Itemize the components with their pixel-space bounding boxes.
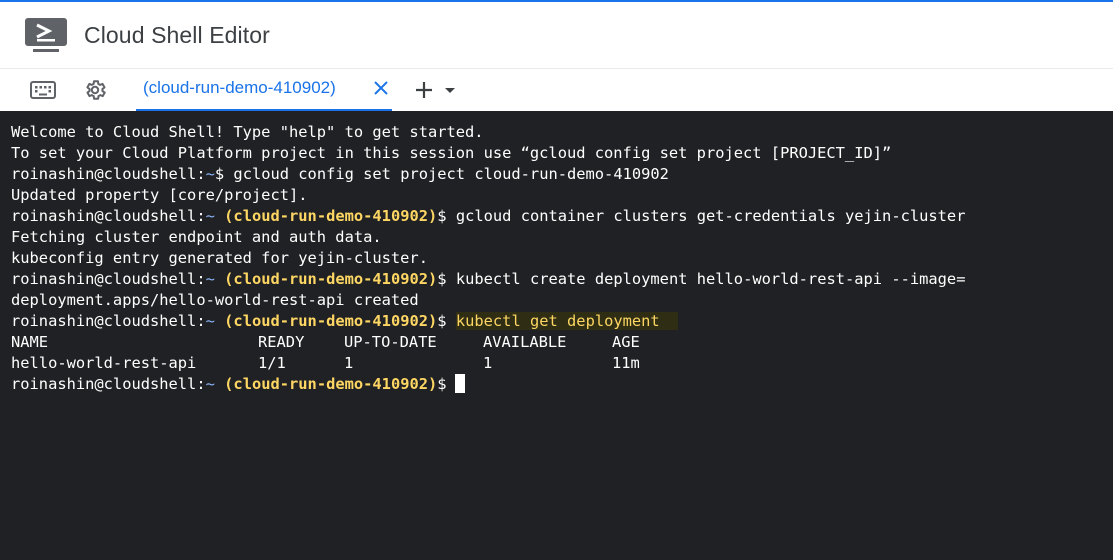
highlighted-command-text: kubectl get deployment xyxy=(455,312,660,330)
prompt-user: roinashin@cloudshell: xyxy=(11,270,206,288)
table-header: AVAILABLE xyxy=(483,333,567,351)
terminal-prompt-line[interactable]: roinashin@cloudshell:~ (cloud-run-demo-4… xyxy=(11,374,465,395)
prompt-project: (cloud-run-demo-410902) xyxy=(224,270,438,288)
prompt-symbol: $ xyxy=(437,270,447,288)
gear-icon xyxy=(86,80,106,100)
prompt-project: (cloud-run-demo-410902) xyxy=(224,375,438,393)
terminal-line: Fetching cluster endpoint and auth data. xyxy=(11,228,382,246)
keyboard-icon xyxy=(30,81,56,99)
tab-cloud-run-demo[interactable]: (cloud-run-demo-410902) xyxy=(136,69,392,112)
table-row: hello-world-rest-api 1/1 1 1 11m xyxy=(11,353,711,374)
prompt-symbol: $ xyxy=(437,375,447,393)
terminal-cursor xyxy=(454,374,465,393)
terminal-line: To set your Cloud Platform project in th… xyxy=(11,144,892,162)
table-header: AGE xyxy=(612,333,640,351)
terminal-command-line: roinashin@cloudshell:~$ gcloud config se… xyxy=(11,164,669,185)
prompt-project: (cloud-run-demo-410902) xyxy=(224,312,438,330)
prompt-user: roinashin@cloudshell: xyxy=(11,312,206,330)
table-cell: 11m xyxy=(612,354,640,372)
cloud-shell-logo-icon xyxy=(25,18,67,52)
terminal-line: Welcome to Cloud Shell! Type "help" to g… xyxy=(11,123,484,141)
terminal-line: Updated property [core/project]. xyxy=(11,186,308,204)
prompt-project: (cloud-run-demo-410902) xyxy=(224,207,438,225)
terminal-command-line: roinashin@cloudshell:~ (cloud-run-demo-4… xyxy=(11,206,965,227)
prompt-symbol: $ xyxy=(214,165,225,183)
prompt-symbol: $ xyxy=(437,207,447,225)
settings-button[interactable] xyxy=(81,77,109,103)
caret-down-icon[interactable] xyxy=(442,83,458,97)
app-title: Cloud Shell Editor xyxy=(84,22,270,48)
app-header: Cloud Shell Editor xyxy=(0,0,1113,68)
prompt-path: ~ xyxy=(205,270,215,288)
prompt-path: ~ xyxy=(205,375,215,393)
prompt-user: roinashin@cloudshell: xyxy=(11,375,206,393)
tab-bar: (cloud-run-demo-410902) xyxy=(0,68,1113,112)
terminal-line: deployment.apps/hello-world-rest-api cre… xyxy=(11,291,419,309)
terminal-command-line: roinashin@cloudshell:~ (cloud-run-demo-4… xyxy=(11,269,965,290)
terminal-line: kubeconfig entry generated for yejin-clu… xyxy=(11,249,428,267)
plus-icon[interactable] xyxy=(412,78,436,102)
prompt-path: ~ xyxy=(205,312,215,330)
table-header: UP-TO-DATE xyxy=(344,333,437,351)
table-cell: 1 xyxy=(483,354,493,372)
prompt-path: ~ xyxy=(205,165,215,183)
table-header-row: NAME READY UP-TO-DATE AVAILABLE AGE xyxy=(11,332,711,353)
command-text: kubectl create deployment hello-world-re… xyxy=(446,270,966,288)
command-text: gcloud container clusters get-credential… xyxy=(446,207,966,225)
table-cell: hello-world-rest-api xyxy=(11,354,197,372)
table-header: READY xyxy=(258,333,305,351)
terminal-command-line: roinashin@cloudshell:~ (cloud-run-demo-4… xyxy=(11,311,679,332)
terminal[interactable]: Welcome to Cloud Shell! Type "help" to g… xyxy=(0,111,1113,560)
prompt-user: roinashin@cloudshell: xyxy=(11,207,206,225)
prompt-user: roinashin@cloudshell: xyxy=(11,165,206,183)
prompt-symbol: $ xyxy=(437,312,447,330)
table-cell: 1/1 xyxy=(258,354,286,372)
close-icon[interactable] xyxy=(372,79,390,97)
prompt-path: ~ xyxy=(205,207,215,225)
keyboard-button[interactable] xyxy=(29,77,57,103)
command-text: gcloud config set project cloud-run-demo… xyxy=(224,165,669,183)
tab-label: (cloud-run-demo-410902) xyxy=(143,78,336,97)
table-cell: 1 xyxy=(344,354,354,372)
table-header: NAME xyxy=(11,333,49,351)
